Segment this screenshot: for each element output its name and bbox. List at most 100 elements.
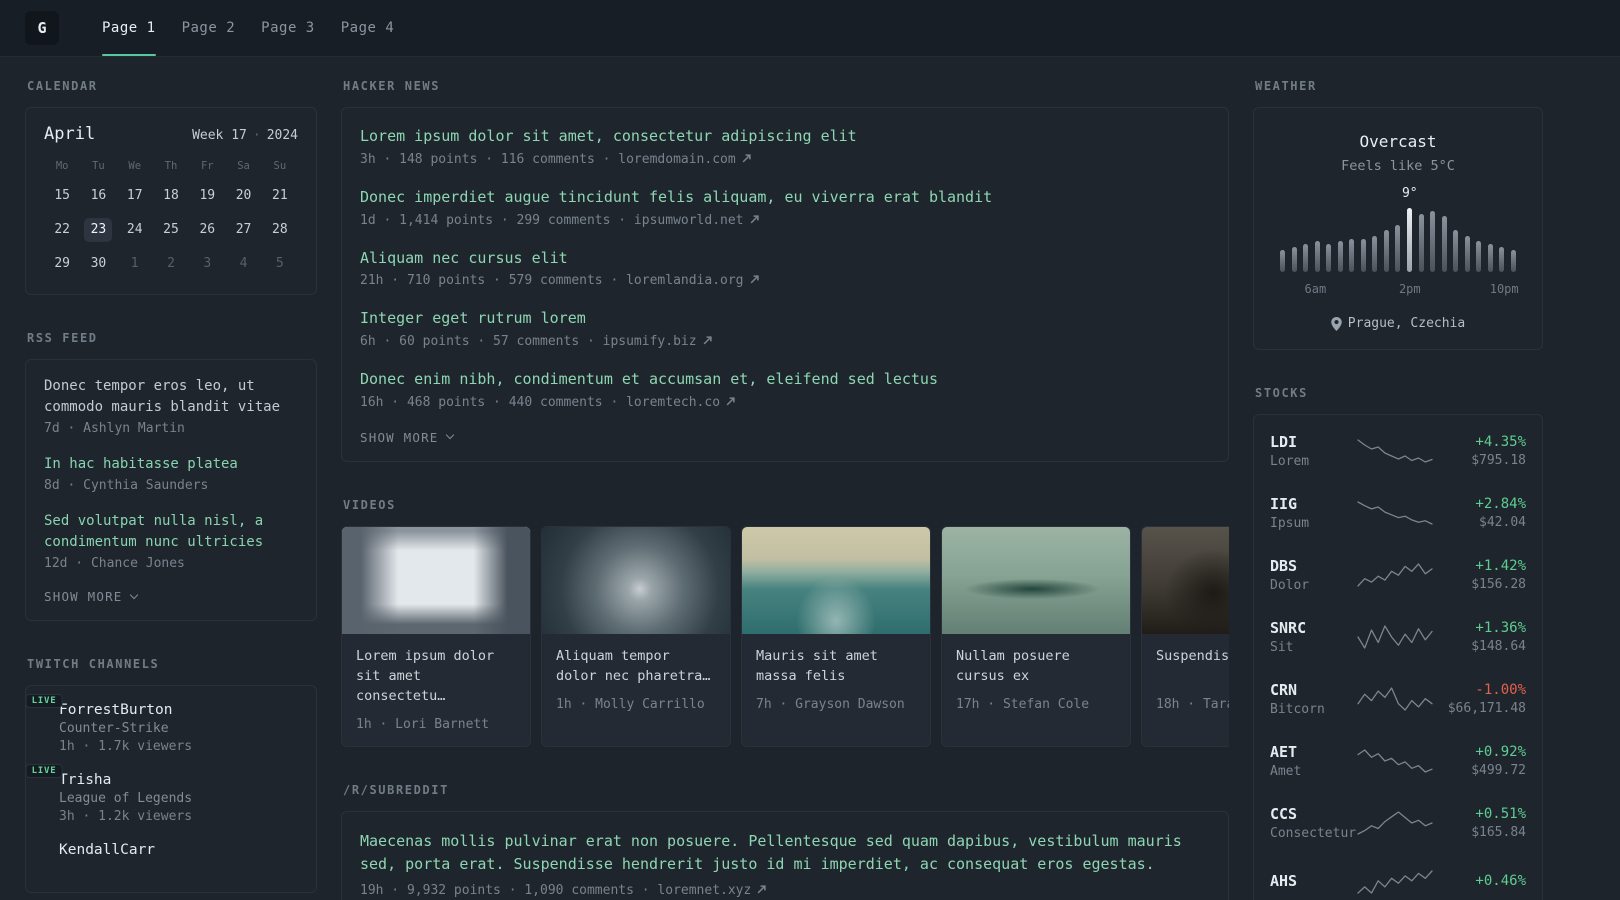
chevron-down-icon: [445, 431, 454, 440]
location-pin-icon: [1331, 316, 1342, 331]
tab-page-4[interactable]: Page 4: [328, 0, 408, 56]
stock-symbol: CRN: [1270, 681, 1298, 699]
rss-item: Sed volutpat nulla nisl, a condimentum n…: [44, 511, 298, 571]
external-link-icon: [742, 152, 751, 167]
hn-item-title[interactable]: Donec enim nibh, condimentum et accumsan…: [360, 369, 1210, 391]
hn-item-title[interactable]: Aliquam nec cursus elit: [360, 248, 1210, 270]
app-logo[interactable]: G: [25, 11, 59, 45]
weather-bar: [1291, 247, 1297, 272]
stock-id: DBS Dolor: [1270, 557, 1356, 593]
weather-location-text: Prague, Czechia: [1347, 316, 1466, 331]
calendar-day: 26: [199, 222, 216, 237]
show-more-label: SHOW MORE: [360, 429, 439, 445]
video-body: Suspendisse diam 18h · Tara: [1142, 634, 1229, 726]
calendar-day: 3: [203, 256, 212, 271]
video-card[interactable]: Nullam posuere cursus ex 17h · Stefan Co…: [941, 525, 1131, 747]
left-column: CALENDAR April Week 17 · 2024 Mo Tu We Th Fr Sa…: [25, 79, 317, 900]
videos-widget: VIDEOS Lorem ipsum dolor sit amet consec…: [341, 498, 1229, 747]
video-card[interactable]: Mauris sit amet massa felis 7h · Grayson…: [741, 525, 931, 747]
stock-row: IIG Ipsum +2.84% $42.04: [1270, 482, 1526, 544]
hn-item-title[interactable]: Lorem ipsum dolor sit amet, consectetur …: [360, 126, 1210, 148]
weather-bar: [1383, 230, 1389, 272]
stock-symbol: CCS: [1270, 805, 1298, 823]
stock-name: Bitcorn: [1270, 702, 1325, 717]
video-title: Nullam posuere cursus ex: [956, 647, 1070, 684]
hackernews-show-more-button[interactable]: SHOW MORE: [360, 429, 454, 445]
stock-change: +0.92%: [1475, 744, 1526, 760]
tab-page-1[interactable]: Page 1: [89, 0, 169, 56]
tab-page-3[interactable]: Page 3: [248, 0, 328, 56]
stock-values: +0.92% $499.72: [1434, 744, 1526, 778]
weather-bar: [1349, 238, 1355, 272]
weather-bar: [1303, 244, 1309, 272]
chevron-down-icon: [129, 590, 138, 599]
calendar-day: 22: [54, 222, 70, 237]
rss-item-meta: 8d · Cynthia Saunders: [44, 478, 209, 493]
rss-show-more-button[interactable]: SHOW MORE: [44, 589, 138, 604]
stock-price: $156.28: [1471, 577, 1526, 592]
hn-item-title[interactable]: Donec imperdiet augue tincidunt felis al…: [360, 187, 1210, 209]
twitch-channel-game: Counter-Strike: [59, 721, 169, 736]
calendar-day: 15: [54, 188, 70, 203]
rss-item-meta: 12d · Chance Jones: [44, 556, 185, 571]
external-link-icon: [726, 395, 735, 410]
weather-condition: Overcast: [1359, 132, 1437, 151]
calendar-day: 20: [235, 188, 252, 203]
stock-change: +4.35%: [1475, 434, 1526, 450]
weather-hour-label: 2pm: [1398, 282, 1421, 296]
video-card[interactable]: Lorem ipsum dolor sit amet consectetu… 1…: [341, 525, 531, 747]
topbar: G Page 1 Page 2 Page 3 Page 4: [0, 0, 1620, 57]
stock-id: IIG Ipsum: [1270, 495, 1356, 531]
video-card[interactable]: Aliquam tempor dolor nec pharetra… 1h · …: [541, 525, 731, 747]
stock-change: +1.36%: [1475, 620, 1526, 636]
weather-bar: [1441, 216, 1447, 272]
subreddit-header: /R/SUBREDDIT: [343, 782, 449, 797]
calendar-header: CALENDAR: [27, 79, 98, 93]
hn-item-meta: 21h · 710 points · 579 comments · loreml…: [360, 273, 1210, 288]
calendar-day: 27: [235, 222, 252, 237]
stock-values: +1.36% $148.64: [1434, 620, 1526, 654]
video-thumbnail: [542, 526, 730, 634]
calendar-year: 2024: [266, 128, 298, 143]
hackernews-widget: HACKER NEWS Lorem ipsum dolor sit amet, …: [341, 79, 1229, 462]
videos-header: VIDEOS: [343, 497, 396, 512]
tab-page-2[interactable]: Page 2: [169, 0, 249, 56]
calendar-dow: Th: [164, 160, 178, 172]
calendar-day: 25: [163, 222, 179, 237]
video-card[interactable]: Suspendisse diam 18h · Tara: [1141, 525, 1229, 747]
weather-hour-label: 6am: [1304, 282, 1327, 296]
stock-values: +0.51% $165.84: [1434, 806, 1526, 840]
stock-row: DBS Dolor +1.42% $156.28: [1270, 544, 1526, 606]
stock-change: +0.51%: [1475, 806, 1526, 822]
twitch-channel-row[interactable]: LIVE ForrestBurton Counter-Strike 1h · 1…: [25, 694, 298, 754]
weather-highlight-temp: 9°: [1401, 186, 1418, 201]
stock-name: Dolor: [1270, 578, 1310, 593]
stock-row: CCS Consectetur +0.51% $165.84: [1270, 792, 1526, 854]
hn-item-meta: 16h · 468 points · 440 comments · loremt…: [360, 395, 1210, 410]
stock-row: AET Amet +0.92% $499.72: [1270, 730, 1526, 792]
stock-price: $66,171.48: [1447, 701, 1526, 716]
calendar-day: 21: [272, 188, 288, 203]
rss-item-title[interactable]: Sed volutpat nulla nisl, a condimentum n…: [44, 511, 298, 553]
twitch-channel-row[interactable]: KendallCarr: [44, 842, 298, 858]
hn-item-title[interactable]: Integer eget rutrum lorem: [360, 308, 1210, 330]
video-body: Lorem ipsum dolor sit amet consectetu… 1…: [342, 634, 530, 746]
calendar-widget: CALENDAR April Week 17 · 2024 Mo Tu We Th Fr Sa…: [25, 79, 317, 295]
rss-item-title[interactable]: In hac habitasse platea: [44, 454, 298, 475]
subreddit-post: Maecenas mollis pulvinar erat non posuer…: [360, 830, 1210, 899]
videos-row: Lorem ipsum dolor sit amet consectetu… 1…: [341, 525, 1229, 747]
weather-bar: [1510, 249, 1516, 272]
calendar-dow: Tu: [92, 160, 105, 172]
video-body: Aliquam tempor dolor nec pharetra… 1h · …: [542, 634, 730, 726]
rss-item-title[interactable]: Donec tempor eros leo, ut commodo mauris…: [44, 376, 298, 418]
twitch-channel-row[interactable]: LIVE Trisha League of Legends 3h · 1.2k …: [25, 764, 298, 824]
weather-location: Prague, Czechia: [1270, 316, 1526, 331]
twitch-channel-name[interactable]: ForrestBurton: [59, 702, 192, 718]
twitch-channel-name[interactable]: Trisha: [59, 772, 192, 788]
calendar-top-row: April Week 17 · 2024: [44, 124, 298, 144]
hn-item-meta-text: 3h · 148 points · 116 comments · loremdo…: [360, 151, 736, 167]
stock-change: +2.84%: [1475, 496, 1526, 512]
subreddit-post-title[interactable]: Maecenas mollis pulvinar erat non posuer…: [360, 830, 1210, 877]
calendar-day: 28: [272, 222, 288, 237]
twitch-channel-name[interactable]: KendallCarr: [59, 842, 155, 858]
